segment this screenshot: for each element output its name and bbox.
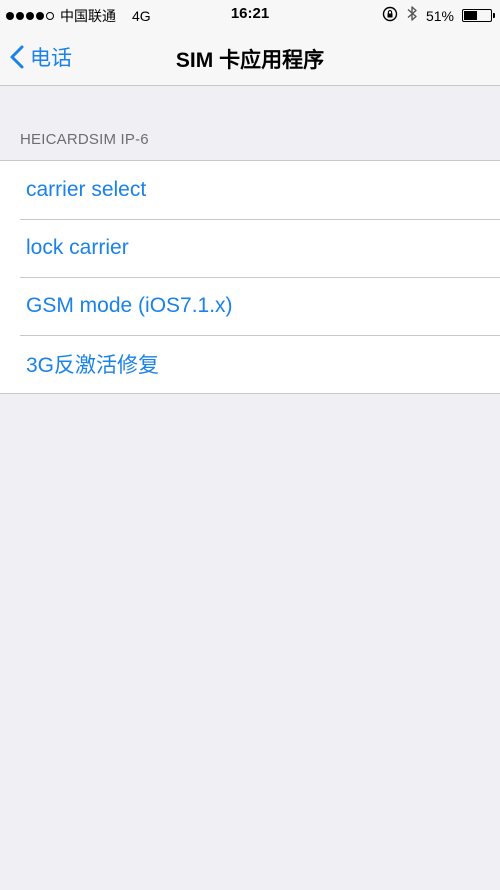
list-item-label: GSM mode (iOS7.1.x)	[26, 294, 233, 317]
list-item-label: carrier select	[26, 178, 147, 201]
list-item-label: lock carrier	[26, 236, 129, 259]
list-item-label: 3G反激活修复	[26, 354, 160, 377]
menu-list: carrier select lock carrier GSM mode (iO…	[0, 160, 500, 394]
list-item-gsm-mode[interactable]: GSM mode (iOS7.1.x)	[0, 277, 500, 335]
list-item-carrier-select[interactable]: carrier select	[0, 161, 500, 219]
list-item-lock-carrier[interactable]: lock carrier	[0, 219, 500, 277]
battery-percent: 51%	[425, 7, 454, 24]
status-right: 51%	[382, 5, 495, 26]
orientation-lock-icon	[382, 6, 398, 26]
bluetooth-icon	[406, 5, 418, 26]
list-item-3g-deactivation-fix[interactable]: 3G反激活修复	[0, 335, 500, 393]
page-title: SIM 卡应用程序	[175, 49, 325, 72]
battery-fill	[464, 11, 477, 20]
status-bar: 中国联通 4G 16:21 51%	[0, 0, 500, 30]
battery-icon	[462, 9, 495, 22]
section-header: HEICARDSIM IP-6	[20, 131, 149, 148]
navigation-bar: 电话 SIM 卡应用程序	[0, 30, 500, 86]
